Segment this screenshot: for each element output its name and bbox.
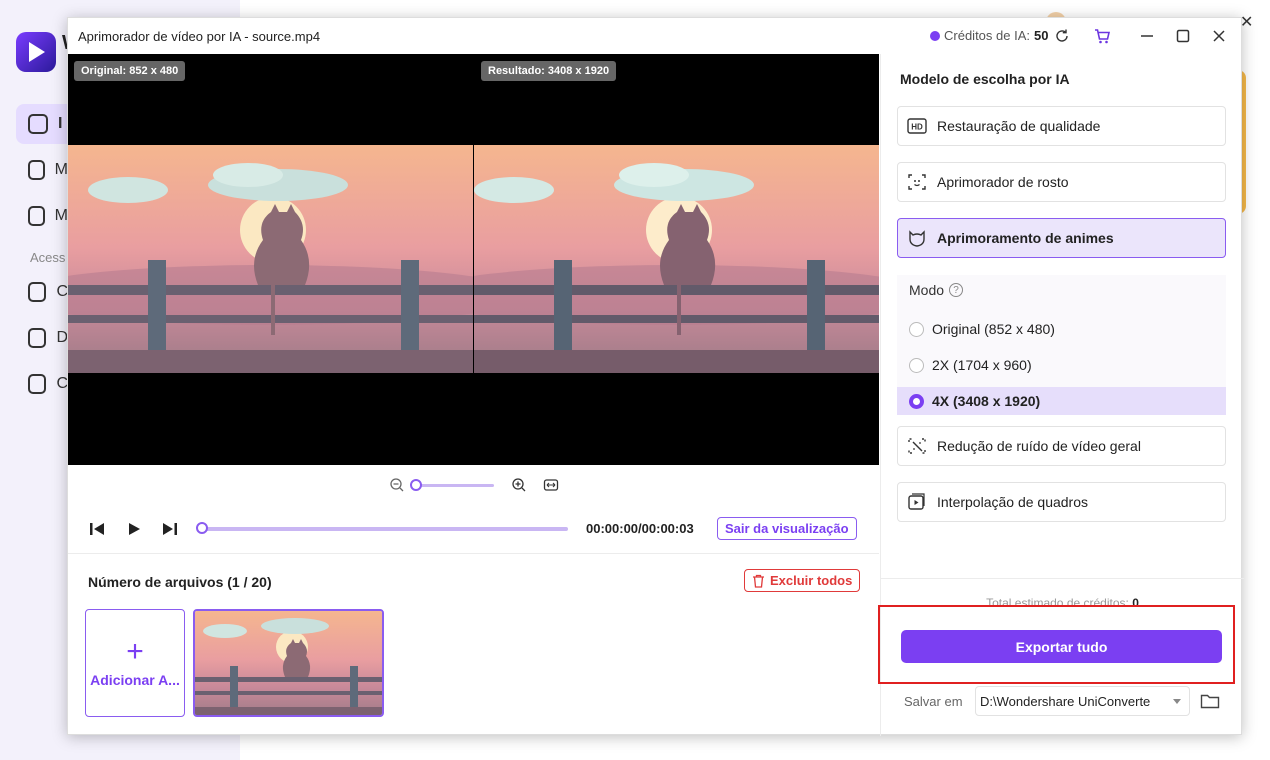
- mode-option-label: Original (852 x 480): [932, 321, 1055, 337]
- anime-icon: [907, 228, 927, 248]
- add-file-label: Adicionar A...: [90, 672, 180, 688]
- sidebar-section-label: Acess: [30, 250, 66, 265]
- app-logo: [16, 32, 56, 72]
- result-frame: [474, 145, 879, 373]
- credits-icon: [930, 30, 940, 41]
- play-icon[interactable]: [125, 520, 143, 538]
- delete-all-label: Excluir todos: [770, 573, 853, 588]
- dialog-titlebar: Aprimorador de vídeo por IA - source.mp4…: [68, 18, 1243, 54]
- radio-button[interactable]: [909, 357, 924, 373]
- option-label: Restauração de qualidade: [937, 118, 1101, 134]
- previous-frame-icon[interactable]: [88, 520, 106, 538]
- mode-section: Modo? Original (852 x 480) 2X (1704 x 96…: [897, 275, 1226, 415]
- credits-label: Créditos de IA:: [944, 28, 1030, 43]
- mode-option-label: 2X (1704 x 960): [932, 357, 1032, 373]
- option-anime-enhancement[interactable]: Aprimoramento de animes: [897, 218, 1226, 258]
- close-icon[interactable]: [1209, 26, 1229, 46]
- zoom-controls: [388, 476, 560, 494]
- shapes-icon: [28, 282, 47, 302]
- ai-video-enhancer-dialog: Aprimorador de vídeo por IA - source.mp4…: [67, 17, 1244, 736]
- export-all-button[interactable]: Exportar tudo: [901, 630, 1222, 663]
- playback-thumb[interactable]: [196, 522, 208, 534]
- save-location-label: Salvar em: [904, 694, 963, 709]
- panel-divider: [881, 578, 1244, 579]
- sidebar-item-home[interactable]: I: [28, 112, 68, 136]
- playback-time: 00:00:00/00:00:03: [586, 521, 694, 536]
- option-label: Aprimorador de rosto: [937, 174, 1069, 190]
- delete-all-button[interactable]: Excluir todos: [744, 569, 861, 592]
- file-count: Número de arquivos (1 / 20): [88, 574, 272, 590]
- fit-width-icon[interactable]: [542, 476, 560, 494]
- mode-label: Modo?: [909, 282, 964, 298]
- toolbox-icon: [28, 160, 45, 180]
- trash-icon: [753, 574, 764, 588]
- option-frame-interpolation[interactable]: Interpolação de quadros: [897, 482, 1226, 522]
- panel-title: Modelo de escolha por IA: [900, 71, 1070, 87]
- sidebar-item-6[interactable]: C: [28, 372, 68, 396]
- frame-interpolation-icon: [907, 492, 927, 512]
- option-quality-restoration[interactable]: HD Restauração de qualidade: [897, 106, 1226, 146]
- download-icon: [28, 328, 47, 348]
- zoom-slider-thumb[interactable]: [410, 478, 422, 491]
- dialog-title: Aprimorador de vídeo por IA - source.mp4: [78, 29, 321, 44]
- result-resolution-badge: Resultado: 3408 x 1920: [481, 61, 617, 81]
- ai-model-panel: Modelo de escolha por IA HD Restauração …: [878, 54, 1244, 736]
- file-thumbnail[interactable]: [193, 609, 384, 717]
- sidebar-item-4[interactable]: C: [28, 280, 68, 304]
- original-frame: [68, 145, 473, 373]
- save-path-value: D:\Wondershare UniConverte: [980, 693, 1151, 709]
- cart-icon[interactable]: [1092, 26, 1112, 46]
- credits-value: 50: [1034, 28, 1049, 43]
- next-frame-icon[interactable]: [161, 520, 179, 538]
- plus-icon: +: [126, 635, 144, 668]
- playback-progress[interactable]: [196, 522, 568, 534]
- radio-button-selected[interactable]: [909, 393, 924, 409]
- divider: [68, 553, 879, 554]
- option-label: Redução de ruído de vídeo geral: [937, 438, 1141, 454]
- option-label: Aprimoramento de animes: [937, 230, 1114, 246]
- denoise-icon: [907, 436, 927, 456]
- zoom-out-icon[interactable]: [388, 476, 406, 494]
- ai-credits: Créditos de IA: 50: [930, 28, 1048, 43]
- zoom-in-icon[interactable]: [510, 476, 528, 494]
- refresh-icon[interactable]: [1052, 26, 1072, 46]
- exit-preview-button[interactable]: Sair da visualização: [717, 517, 857, 540]
- mode-option-label: 4X (3408 x 1920): [932, 393, 1041, 409]
- maximize-icon[interactable]: [1173, 26, 1193, 46]
- sidebar-item-2[interactable]: M: [28, 158, 68, 182]
- folder-icon[interactable]: [1199, 690, 1221, 712]
- mode-option-original[interactable]: Original (852 x 480): [897, 315, 1226, 343]
- option-face-enhancer[interactable]: Aprimorador de rosto: [897, 162, 1226, 202]
- playback-bar: 00:00:00/00:00:03 Sair da visualização: [88, 517, 868, 541]
- option-label: Interpolação de quadros: [937, 494, 1088, 510]
- video-preview: Original: 852 x 480 Resultado: 3408 x 19…: [68, 54, 879, 465]
- mode-option-2x[interactable]: 2X (1704 x 960): [897, 351, 1226, 379]
- home-icon: [28, 114, 48, 134]
- sidebar-item-5[interactable]: D: [28, 326, 68, 350]
- option-noise-reduction[interactable]: Redução de ruído de vídeo geral: [897, 426, 1226, 466]
- chevron-down-icon: [1173, 699, 1181, 704]
- original-resolution-badge: Original: 852 x 480: [74, 61, 186, 81]
- save-path-select[interactable]: D:\Wondershare UniConverte: [975, 686, 1190, 716]
- minimize-icon[interactable]: [1137, 26, 1157, 46]
- mode-option-4x[interactable]: 4X (3408 x 1920): [897, 387, 1226, 415]
- screen-icon: [28, 374, 47, 394]
- mode-label-text: Modo: [909, 282, 945, 298]
- face-scan-icon: [907, 172, 927, 192]
- sidebar-item-3[interactable]: M: [28, 204, 68, 228]
- document-icon: [28, 206, 45, 226]
- help-icon[interactable]: ?: [949, 283, 964, 297]
- radio-button[interactable]: [909, 321, 924, 337]
- zoom-slider[interactable]: [410, 478, 494, 491]
- add-file-button[interactable]: + Adicionar A...: [85, 609, 185, 717]
- hd-icon: HD: [907, 116, 927, 136]
- svg-text:HD: HD: [911, 123, 923, 132]
